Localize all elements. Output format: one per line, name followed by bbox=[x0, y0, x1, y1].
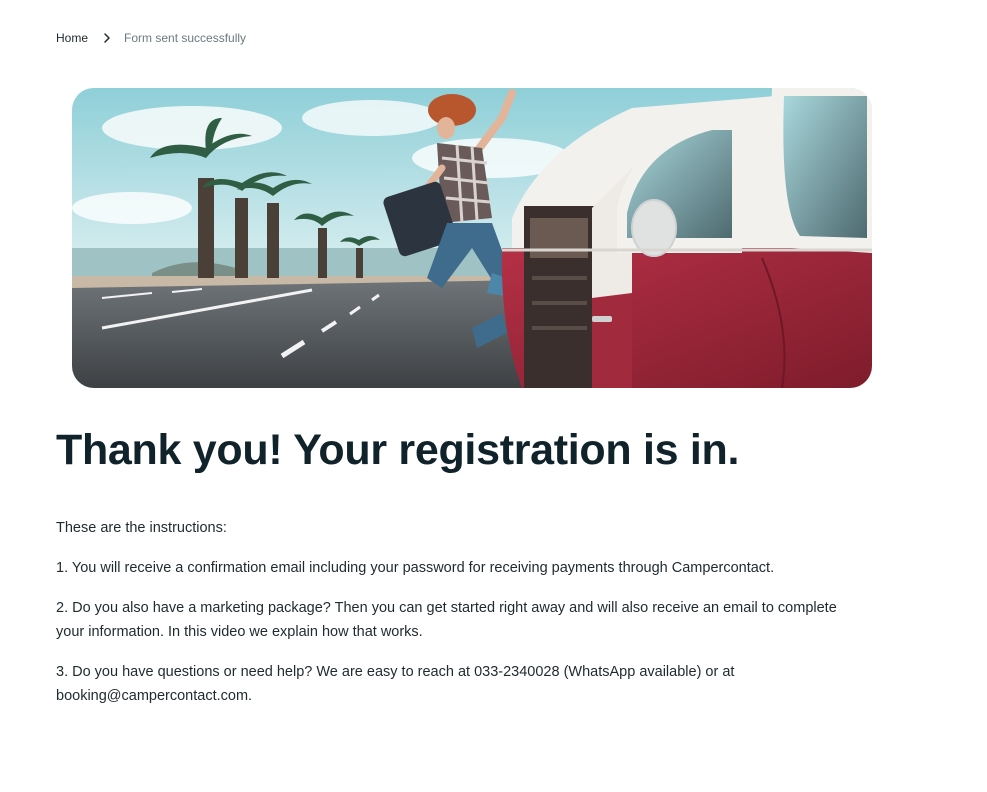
breadcrumb-current: Form sent successfully bbox=[124, 31, 247, 45]
chevron-right-icon bbox=[104, 33, 110, 43]
breadcrumb: Home Form sent successfully bbox=[56, 30, 246, 46]
instruction-step-1: 1. You will receive a confirmation email… bbox=[56, 560, 775, 576]
instruction-step-3: 3. Do you have questions or need help? W… bbox=[56, 664, 735, 704]
breadcrumb-home-link[interactable]: Home bbox=[56, 30, 88, 46]
hero-illustration bbox=[72, 88, 872, 388]
page-title: Thank you! Your registration is in. bbox=[56, 426, 740, 474]
instruction-step-2: 2. Do you also have a marketing package?… bbox=[56, 600, 837, 640]
hero-image bbox=[72, 88, 872, 388]
instructions-section: These are the instructions: 1. You will … bbox=[56, 516, 866, 724]
instructions-intro: These are the instructions: bbox=[56, 520, 227, 536]
